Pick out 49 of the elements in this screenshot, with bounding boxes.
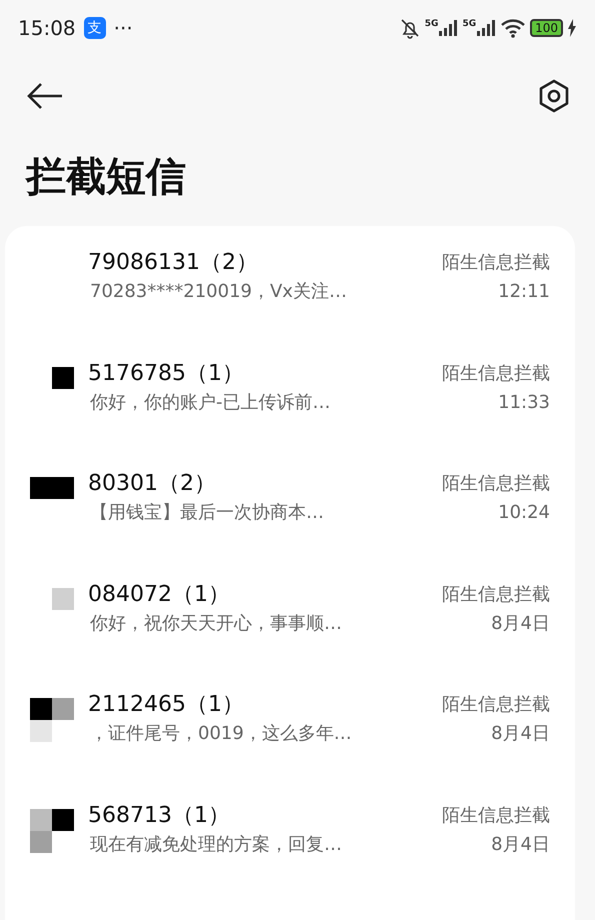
- signal-icon: [476, 20, 496, 36]
- message-preview: 现在有减免处理的方案，回复…: [89, 832, 343, 856]
- message-row[interactable]: 2112465（1） ，证件尾号，0019，这么多年… 陌生信息拦截 8月4日: [5, 690, 575, 800]
- redaction-drawing: [30, 698, 74, 742]
- charging-bolt-icon: [567, 19, 577, 37]
- message-row[interactable]: 084072（1） 你好，祝你天天开心，事事顺… 陌生信息拦截 8月4日: [5, 580, 575, 690]
- message-row[interactable]: 568713（1） 现在有减免处理的方案，回复… 陌生信息拦截 8月4日: [5, 800, 575, 911]
- clock-time: 15:08: [18, 15, 76, 42]
- block-reason: 陌生信息拦截: [442, 251, 550, 275]
- settings-icon[interactable]: [537, 79, 571, 113]
- block-reason: 陌生信息拦截: [442, 693, 550, 717]
- message-time: 8月4日: [491, 722, 550, 746]
- message-time: 11:33: [498, 390, 550, 414]
- signal-icon: [438, 20, 458, 36]
- redaction-drawing: [52, 366, 74, 388]
- message-preview: 你好，祝你天天开心，事事顺…: [89, 612, 343, 636]
- message-row[interactable]: 79086131（2） 70283****210019，Vx关注… 陌生信息拦截 12:11: [5, 248, 575, 358]
- network-type-label: 5G: [462, 20, 476, 29]
- redaction-drawing: [52, 588, 74, 610]
- page-title: 拦截短信: [24, 153, 187, 202]
- sender-number: 568713（1）: [87, 802, 231, 830]
- back-arrow-icon[interactable]: [26, 82, 64, 110]
- muted-bell-icon: [398, 17, 421, 39]
- sender-number: 80301（2）: [87, 470, 217, 498]
- block-reason: 陌生信息拦截: [442, 804, 550, 828]
- wifi-icon: [500, 18, 526, 38]
- message-time: 10:24: [498, 501, 550, 525]
- more-notifications: ···: [114, 15, 133, 42]
- message-time: 12:11: [498, 280, 550, 304]
- battery-indicator: 100: [530, 19, 563, 37]
- network-type-label: 5G: [424, 20, 438, 29]
- sender-number: 084072（1）: [87, 580, 231, 608]
- sender-number: 2112465（1）: [87, 691, 245, 719]
- message-time: 8月4日: [491, 832, 550, 856]
- message-preview: ，证件尾号，0019，这么多年…: [89, 722, 353, 746]
- message-row[interactable]: 5176785（1） 你好，你的账户-已上传诉前… 陌生信息拦截 11:33: [5, 358, 575, 469]
- redaction-drawing: [30, 477, 74, 499]
- redaction-drawing: [30, 808, 74, 852]
- message-preview: 70283****210019，Vx关注…: [89, 280, 348, 304]
- message-preview: 【用钱宝】最后一次协商本…: [89, 501, 325, 525]
- sender-number: 5176785（1）: [87, 360, 245, 388]
- message-time: 8月4日: [491, 612, 550, 636]
- block-reason: 陌生信息拦截: [442, 362, 550, 386]
- block-reason: 陌生信息拦截: [442, 582, 550, 606]
- block-reason: 陌生信息拦截: [442, 472, 550, 496]
- app-notification-icon: 支: [84, 17, 106, 39]
- sender-number: 79086131（2）: [87, 249, 259, 277]
- message-preview: 你好，你的账户-已上传诉前…: [89, 390, 332, 414]
- message-row[interactable]: 80301（2） 【用钱宝】最后一次协商本… 陌生信息拦截 10:24: [5, 469, 575, 580]
